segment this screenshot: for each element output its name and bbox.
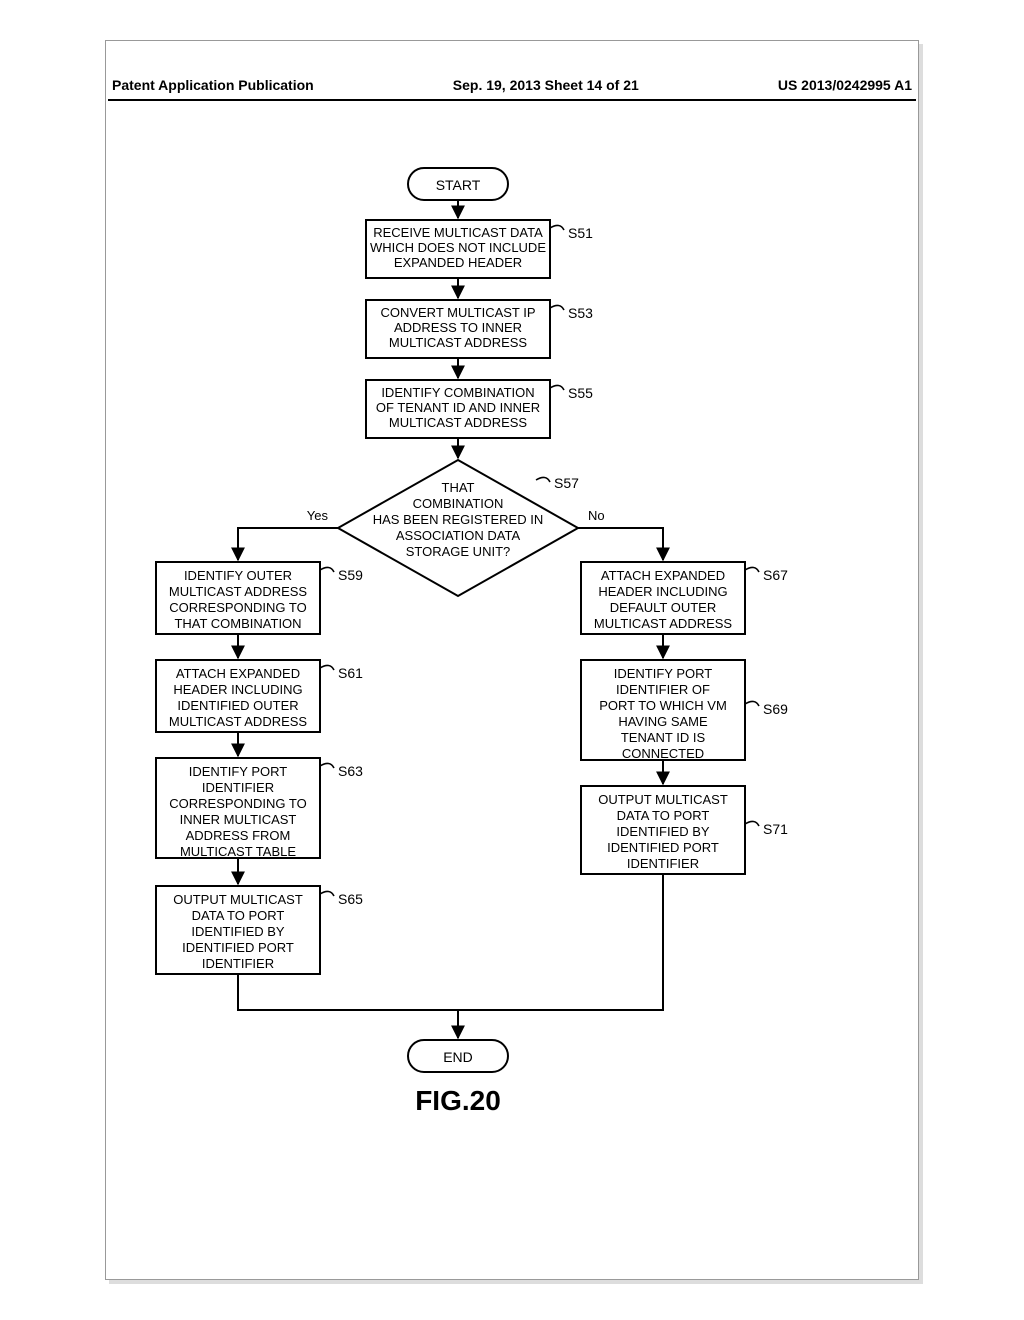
svg-text:S57: S57 xyxy=(554,475,579,491)
svg-text:THAT COMBINATION: THAT COMBINATION xyxy=(174,616,301,631)
svg-text:CORRESPONDING TO: CORRESPONDING TO xyxy=(169,600,306,615)
svg-text:IDENTIFIED BY: IDENTIFIED BY xyxy=(191,924,285,939)
flowchart-stage: START RECEIVE MULTICAST DATA WHICH DOES … xyxy=(108,100,916,1275)
svg-text:CORRESPONDING TO: CORRESPONDING TO xyxy=(169,796,306,811)
svg-text:IDENTIFY COMBINATION: IDENTIFY COMBINATION xyxy=(381,385,534,400)
svg-text:CONNECTED: CONNECTED xyxy=(622,746,704,761)
flowchart-svg: START RECEIVE MULTICAST DATA WHICH DOES … xyxy=(108,100,916,1275)
svg-text:S51: S51 xyxy=(568,225,593,241)
svg-text:MULTICAST ADDRESS: MULTICAST ADDRESS xyxy=(389,415,528,430)
svg-text:MULTICAST ADDRESS: MULTICAST ADDRESS xyxy=(169,714,308,729)
edge-s57-yes xyxy=(238,528,338,560)
step-s53: CONVERT MULTICAST IP ADDRESS TO INNER MU… xyxy=(366,300,593,358)
svg-text:WHICH DOES NOT INCLUDE: WHICH DOES NOT INCLUDE xyxy=(370,240,546,255)
svg-text:MULTICAST ADDRESS: MULTICAST ADDRESS xyxy=(594,616,733,631)
svg-text:THAT: THAT xyxy=(442,480,475,495)
svg-text:ASSOCIATION DATA: ASSOCIATION DATA xyxy=(396,528,521,543)
step-s67: ATTACH EXPANDED HEADER INCLUDING DEFAULT… xyxy=(581,562,788,634)
svg-text:S65: S65 xyxy=(338,891,363,907)
edge-s65-merge xyxy=(238,974,458,1010)
step-s59: IDENTIFY OUTER MULTICAST ADDRESS CORRESP… xyxy=(156,562,363,634)
svg-text:S55: S55 xyxy=(568,385,593,401)
header-right: US 2013/0242995 A1 xyxy=(778,77,912,93)
figure-caption: FIG.20 xyxy=(415,1085,501,1116)
header-left: Patent Application Publication xyxy=(112,77,314,93)
svg-text:S63: S63 xyxy=(338,763,363,779)
svg-text:ATTACH EXPANDED: ATTACH EXPANDED xyxy=(176,666,300,681)
svg-text:IDENTIFIER: IDENTIFIER xyxy=(627,856,699,871)
svg-text:PORT TO WHICH VM: PORT TO WHICH VM xyxy=(599,698,727,713)
svg-text:S69: S69 xyxy=(763,701,788,717)
svg-text:IDENTIFIER OF: IDENTIFIER OF xyxy=(616,682,710,697)
svg-text:HEADER INCLUDING: HEADER INCLUDING xyxy=(173,682,302,697)
svg-text:S67: S67 xyxy=(763,567,788,583)
svg-text:IDENTIFIED OUTER: IDENTIFIED OUTER xyxy=(177,698,298,713)
svg-text:RECEIVE MULTICAST DATA: RECEIVE MULTICAST DATA xyxy=(373,225,543,240)
svg-text:ADDRESS TO INNER: ADDRESS TO INNER xyxy=(394,320,522,335)
svg-text:STORAGE UNIT?: STORAGE UNIT? xyxy=(406,544,511,559)
svg-text:DATA TO PORT: DATA TO PORT xyxy=(617,808,710,823)
svg-text:IDENTIFY PORT: IDENTIFY PORT xyxy=(614,666,713,681)
step-s63: IDENTIFY PORT IDENTIFIER CORRESPONDING T… xyxy=(156,758,363,859)
step-s69: IDENTIFY PORT IDENTIFIER OF PORT TO WHIC… xyxy=(581,660,788,761)
page: Patent Application Publication Sep. 19, … xyxy=(0,0,1024,1320)
svg-text:S61: S61 xyxy=(338,665,363,681)
svg-text:INNER MULTICAST: INNER MULTICAST xyxy=(180,812,297,827)
svg-text:S71: S71 xyxy=(763,821,788,837)
svg-text:HAVING SAME: HAVING SAME xyxy=(618,714,708,729)
svg-text:IDENTIFY OUTER: IDENTIFY OUTER xyxy=(184,568,292,583)
edge-yes-label: Yes xyxy=(307,508,329,523)
svg-text:IDENTIFIED BY: IDENTIFIED BY xyxy=(616,824,710,839)
svg-text:S59: S59 xyxy=(338,567,363,583)
step-s57: THAT COMBINATION HAS BEEN REGISTERED IN … xyxy=(338,460,579,596)
svg-text:COMBINATION: COMBINATION xyxy=(413,496,504,511)
step-s65: OUTPUT MULTICAST DATA TO PORT IDENTIFIED… xyxy=(156,886,363,974)
header-row: Patent Application Publication Sep. 19, … xyxy=(108,77,916,101)
step-s55: IDENTIFY COMBINATION OF TENANT ID AND IN… xyxy=(366,380,593,438)
svg-text:ATTACH EXPANDED: ATTACH EXPANDED xyxy=(601,568,725,583)
edge-no-label: No xyxy=(588,508,605,523)
svg-text:IDENTIFIED PORT: IDENTIFIED PORT xyxy=(607,840,719,855)
svg-text:OUTPUT MULTICAST: OUTPUT MULTICAST xyxy=(598,792,728,807)
svg-text:IDENTIFY PORT: IDENTIFY PORT xyxy=(189,764,288,779)
svg-text:CONVERT MULTICAST IP: CONVERT MULTICAST IP xyxy=(380,305,535,320)
step-s51: RECEIVE MULTICAST DATA WHICH DOES NOT IN… xyxy=(366,220,593,278)
svg-text:DATA TO PORT: DATA TO PORT xyxy=(192,908,285,923)
svg-text:DEFAULT OUTER: DEFAULT OUTER xyxy=(610,600,716,615)
svg-text:HAS BEEN REGISTERED IN: HAS BEEN REGISTERED IN xyxy=(373,512,543,527)
svg-text:S53: S53 xyxy=(568,305,593,321)
svg-text:ADDRESS FROM: ADDRESS FROM xyxy=(186,828,291,843)
edge-s71-merge xyxy=(458,874,663,1010)
edge-s57-no xyxy=(578,528,663,560)
svg-text:EXPANDED HEADER: EXPANDED HEADER xyxy=(394,255,522,270)
svg-text:MULTICAST ADDRESS: MULTICAST ADDRESS xyxy=(169,584,308,599)
end-label: END xyxy=(443,1049,473,1065)
svg-text:TENANT ID IS: TENANT ID IS xyxy=(621,730,706,745)
start-terminal: START xyxy=(408,168,508,200)
svg-text:MULTICAST ADDRESS: MULTICAST ADDRESS xyxy=(389,335,528,350)
start-label: START xyxy=(436,177,481,193)
step-s61: ATTACH EXPANDED HEADER INCLUDING IDENTIF… xyxy=(156,660,363,732)
end-terminal: END xyxy=(408,1040,508,1072)
svg-text:IDENTIFIER: IDENTIFIER xyxy=(202,780,274,795)
svg-text:IDENTIFIER: IDENTIFIER xyxy=(202,956,274,971)
svg-text:MULTICAST TABLE: MULTICAST TABLE xyxy=(180,844,296,859)
header-center: Sep. 19, 2013 Sheet 14 of 21 xyxy=(453,77,639,93)
svg-text:HEADER INCLUDING: HEADER INCLUDING xyxy=(598,584,727,599)
svg-text:IDENTIFIED PORT: IDENTIFIED PORT xyxy=(182,940,294,955)
step-s71: OUTPUT MULTICAST DATA TO PORT IDENTIFIED… xyxy=(581,786,788,874)
svg-text:OF TENANT ID AND INNER: OF TENANT ID AND INNER xyxy=(376,400,540,415)
svg-text:OUTPUT MULTICAST: OUTPUT MULTICAST xyxy=(173,892,303,907)
